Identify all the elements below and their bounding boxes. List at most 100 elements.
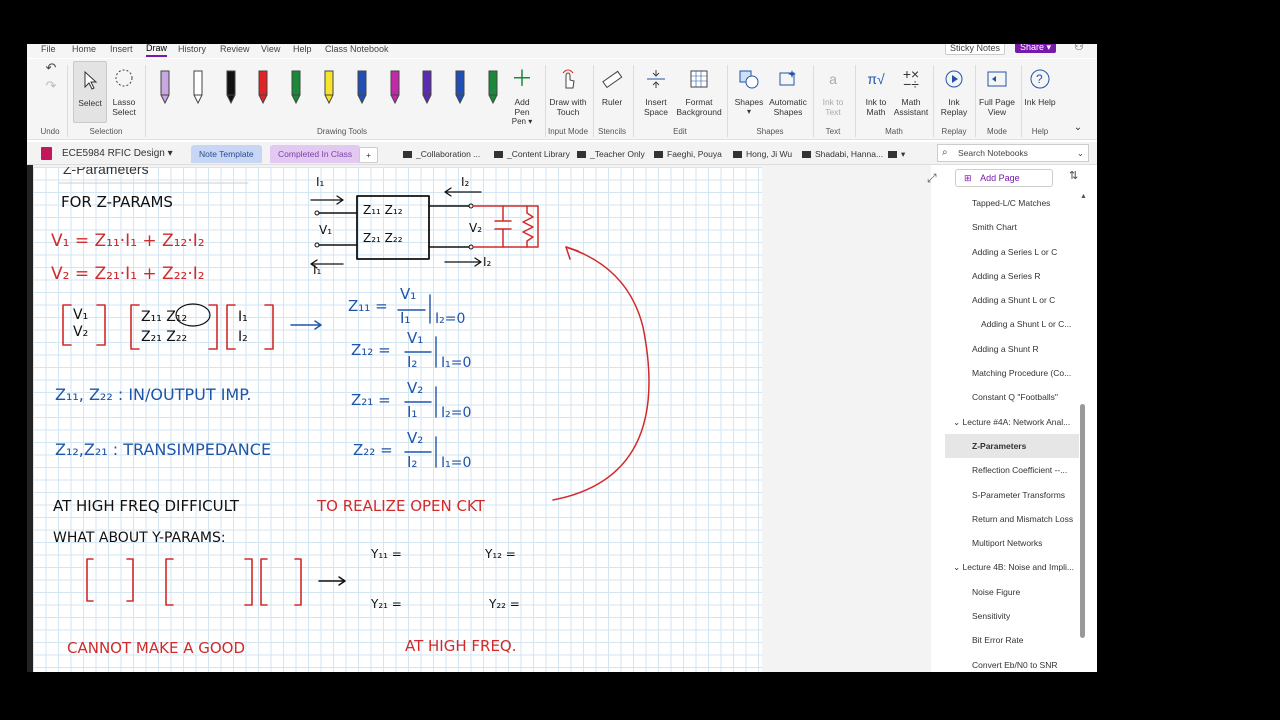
page-item[interactable]: Adding a Shunt L or C [945, 288, 1079, 312]
sticky-notes-label: Sticky Notes [950, 44, 1001, 53]
section-group-teacher-only[interactable]: _Teacher Only [577, 145, 645, 163]
automatic-shapes-button[interactable]: Automatic Shapes [767, 61, 809, 117]
add-pen-label: Add Pen [514, 97, 530, 117]
pen-4[interactable] [255, 69, 271, 112]
notebook-selector[interactable]: ECE5984 RFIC Design ▾ [62, 145, 173, 163]
search-notebooks-input[interactable]: ⌕ Search Notebooks ⌄ [937, 144, 1089, 162]
share-button[interactable]: Share ▾ [1015, 44, 1057, 53]
page-item[interactable]: Adding a Shunt L or C... [945, 312, 1079, 336]
page-item[interactable]: Sensitivity [945, 604, 1079, 628]
shapes-icon [731, 61, 767, 97]
page-item[interactable]: Z-Parameters [945, 433, 1079, 459]
menu-insert[interactable]: Insert [110, 44, 133, 56]
page-list-scrollbar[interactable]: ▲ [1080, 191, 1087, 672]
pen-10[interactable] [452, 69, 468, 112]
page-item[interactable]: Reflection Coefficient --... [945, 458, 1079, 482]
sort-icon[interactable]: ⇅ [1069, 169, 1078, 182]
section-group-shadabi[interactable]: Shadabi, Hanna... [802, 145, 883, 163]
menu-view[interactable]: View [261, 44, 280, 56]
menu-file[interactable]: File [41, 44, 56, 56]
page-label: Return and Mismatch Loss [972, 513, 1074, 524]
ink-to-math-label: Ink to Math [865, 97, 887, 117]
eq-z21-den: I₁ [407, 403, 418, 421]
shapes-button[interactable]: Shapes ▾ [731, 61, 767, 117]
add-page-icon: ⊞ [964, 173, 972, 183]
person-icon[interactable]: ⚇ [1074, 44, 1084, 53]
shapes-group-label: Shapes [756, 127, 784, 136]
eq-z11-num: V₁ [400, 285, 417, 303]
sticky-notes-button[interactable]: Sticky Notes [945, 44, 1006, 55]
scrollbar-thumb[interactable] [1080, 404, 1085, 638]
ink-to-text-button[interactable]: a Ink to Text [815, 61, 851, 117]
section-group-label: _Teacher Only [590, 149, 645, 159]
pen-3[interactable] [223, 69, 239, 112]
ink-help-button[interactable]: ? Ink Help [1023, 61, 1057, 107]
section-group-collaboration[interactable]: _Collaboration ... [403, 145, 480, 163]
eq-z11-cond: I₂=0 [435, 311, 466, 327]
redo-icon[interactable]: ↷ [41, 79, 61, 92]
section-group-row[interactable]: ⌄ Lecture 4B: Noise and Impli... [945, 555, 1079, 579]
select-button[interactable]: Select [73, 61, 107, 123]
full-page-view-button[interactable]: Full Page View [977, 61, 1017, 117]
menu-draw[interactable]: Draw [146, 44, 168, 57]
insert-space-button[interactable]: Insert Space [637, 61, 675, 117]
page-item[interactable]: Tapped-L/C Matches [945, 191, 1079, 215]
pen-11[interactable] [485, 69, 501, 112]
scroll-up-icon[interactable]: ▲ [1080, 193, 1087, 200]
eq-z22-cond: I₁=0 [441, 455, 472, 471]
page-item[interactable]: Multiport Networks [945, 531, 1079, 555]
pen-6[interactable] [321, 69, 337, 112]
pen-1[interactable] [157, 69, 173, 112]
section-group-hong[interactable]: Hong, Ji Wu [733, 145, 792, 163]
label-V2: V₂ [469, 221, 483, 235]
lasso-select-button[interactable]: Lasso Select [109, 61, 139, 117]
note-high-freq-b: TO REALIZE OPEN CKT [317, 497, 485, 515]
page-item[interactable]: Return and Mismatch Loss [945, 507, 1079, 531]
page-item[interactable]: Convert Eb/N0 to SNR [945, 653, 1079, 672]
page-item[interactable]: Noise Figure [945, 580, 1079, 604]
pen-5[interactable] [288, 69, 304, 112]
more-sections-button[interactable]: ▾ [888, 145, 905, 163]
stencils-group-label: Stencils [597, 127, 626, 136]
add-section-button[interactable]: + [359, 147, 378, 163]
page-item[interactable]: Bit Error Rate [945, 628, 1079, 652]
pen-8[interactable] [387, 69, 403, 112]
page-item[interactable]: Matching Procedure (Co... [945, 361, 1079, 385]
ruler-button[interactable]: Ruler [597, 61, 627, 107]
pen-2[interactable] [190, 69, 206, 112]
touch-icon [547, 61, 589, 97]
add-pen-button[interactable]: ＋ Add Pen Pen ▾ [507, 61, 537, 127]
ink-replay-button[interactable]: Ink Replay [937, 61, 971, 117]
page-item[interactable]: Constant Q "Footballs" [945, 385, 1079, 409]
collapse-ribbon-icon[interactable]: ⌄ [1071, 123, 1085, 133]
draw-with-touch-button[interactable]: Draw with Touch [547, 61, 589, 117]
grid-page[interactable]: Z-Parameters FOR Z-PARAMS V₁ = Z₁₁·I₁ + … [33, 167, 762, 672]
page-item[interactable]: Adding a Shunt R [945, 337, 1079, 361]
section-group-faeghi[interactable]: Faeghi, Pouya [654, 145, 722, 163]
insert-space-label: Insert Space [643, 97, 669, 117]
section-group-content-library[interactable]: _Content Library [494, 145, 570, 163]
page-item[interactable]: S-Parameter Transforms [945, 483, 1079, 507]
section-group-row[interactable]: ⌄ Lecture #4A: Network Anal... [945, 410, 1079, 434]
note-y-params: WHAT ABOUT Y-PARAMS: [53, 530, 226, 546]
menu-history[interactable]: History [178, 44, 206, 56]
undo-icon[interactable]: ↶ [41, 61, 61, 74]
expand-icon[interactable]: ⤢ [927, 171, 937, 186]
ink-to-math-button[interactable]: π√ Ink to Math [859, 61, 893, 117]
section-tab-completed-in-class[interactable]: Completed In Class [270, 145, 361, 163]
page-item[interactable]: Adding a Series R [945, 264, 1079, 288]
page-item[interactable]: Smith Chart [945, 215, 1079, 239]
svg-text:?: ? [1036, 72, 1043, 86]
pen-7[interactable] [354, 69, 370, 112]
menu-home[interactable]: Home [72, 44, 96, 56]
math-assistant-button[interactable]: +× −÷ Math Assistant [893, 61, 929, 117]
add-page-button[interactable]: ⊞ Add Page [955, 169, 1053, 187]
menu-help[interactable]: Help [293, 44, 312, 56]
section-tab-note-template[interactable]: Note Template [191, 145, 262, 163]
format-background-button[interactable]: Format Background [675, 61, 723, 117]
page-item[interactable]: Adding a Series L or C [945, 240, 1079, 264]
pen-9[interactable] [419, 69, 435, 112]
menu-class-notebook[interactable]: Class Notebook [325, 44, 389, 56]
ink-to-text-label: Ink to Text [822, 97, 844, 117]
menu-review[interactable]: Review [220, 44, 250, 56]
